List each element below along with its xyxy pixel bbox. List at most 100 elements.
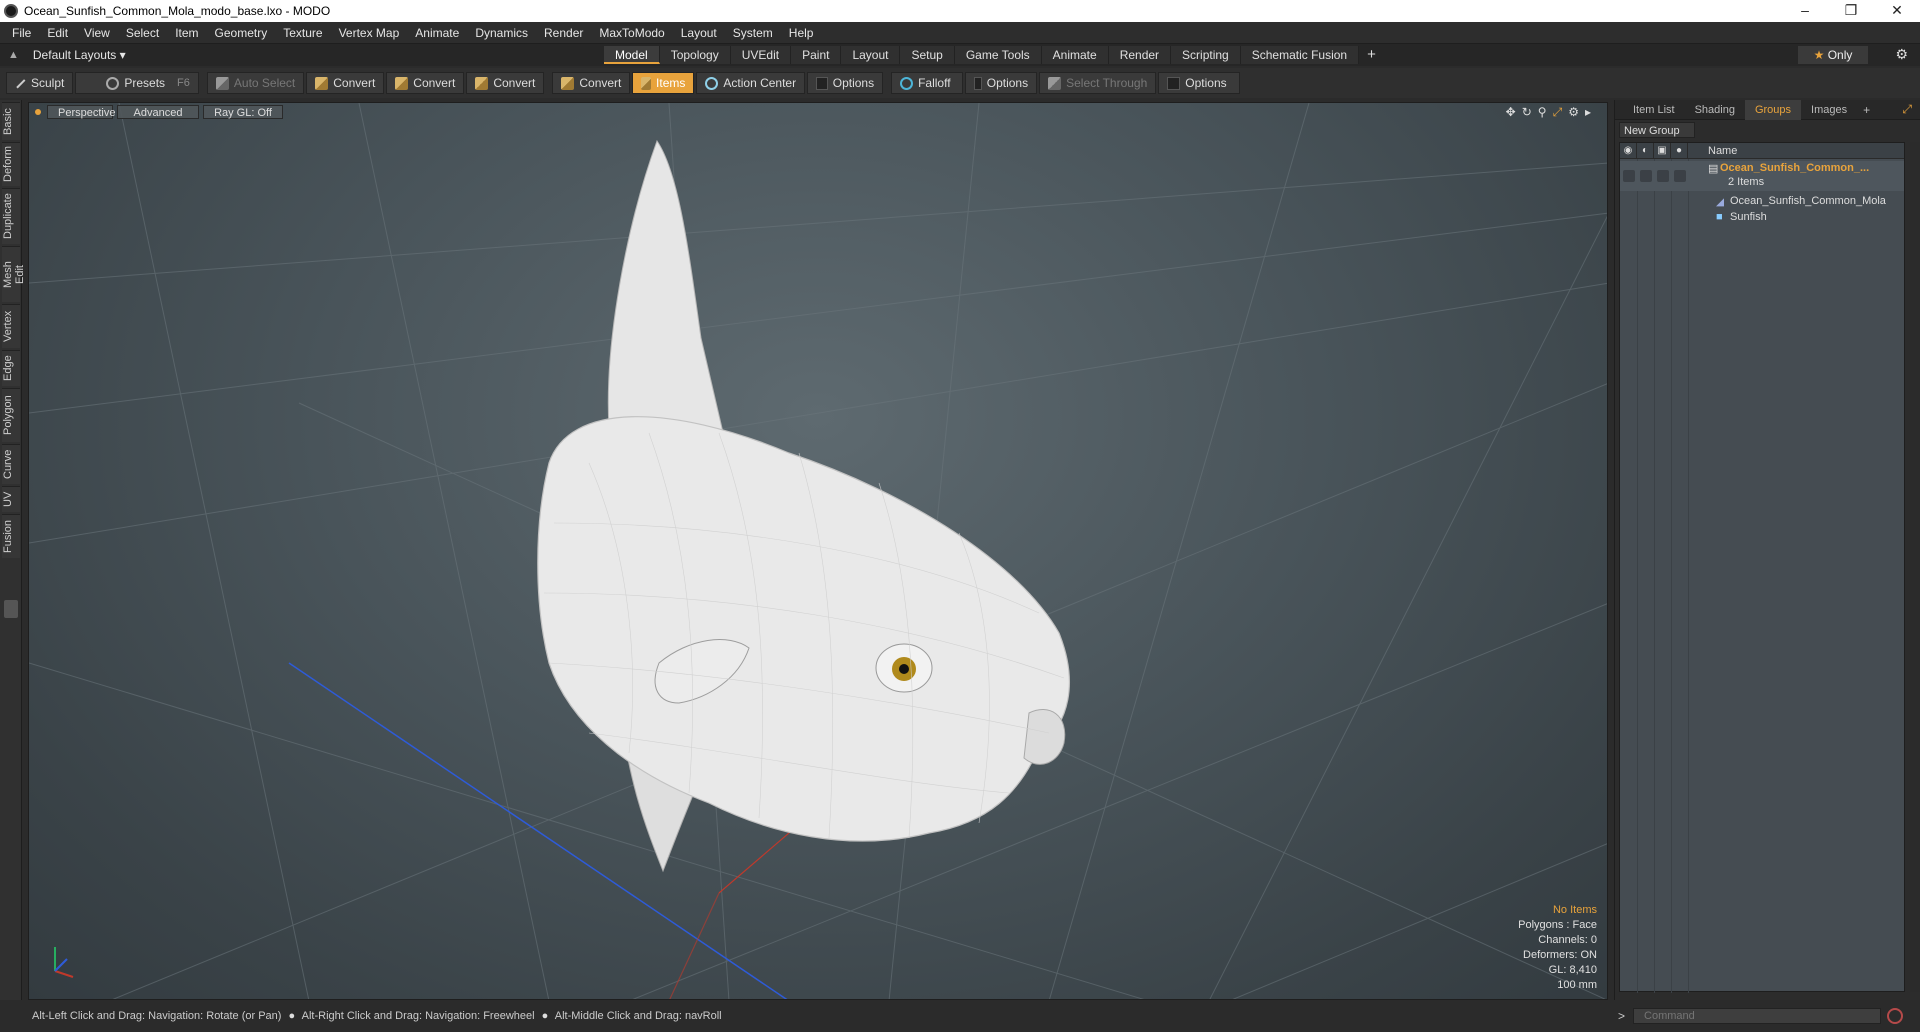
action-center-button[interactable]: Action Center xyxy=(696,72,806,94)
viewport-settings-icon[interactable]: ⚙ xyxy=(1568,105,1579,120)
default-layouts-dropdown[interactable]: Default Layouts ▾ xyxy=(33,48,126,62)
group-name[interactable]: Ocean_Sunfish_Common_... xyxy=(1720,162,1900,174)
vtab-curve[interactable]: Curve xyxy=(2,444,20,484)
group-visibility-toggle[interactable] xyxy=(1623,170,1635,182)
tab-groups[interactable]: Groups xyxy=(1744,99,1802,120)
menu-item[interactable]: Item xyxy=(167,22,206,44)
vtab-vertex[interactable]: Vertex xyxy=(2,304,20,348)
convert-vertices-button[interactable]: Convert xyxy=(306,72,385,94)
menu-texture[interactable]: Texture xyxy=(275,22,330,44)
select-options-button[interactable]: Options xyxy=(1158,72,1241,94)
only-toggle[interactable]: ★ Only xyxy=(1798,46,1868,64)
vtab-duplicate[interactable]: Duplicate xyxy=(2,188,20,244)
polygon-cube-icon xyxy=(475,76,489,90)
toolbox-toggle-button[interactable] xyxy=(4,600,18,618)
menu-geometry[interactable]: Geometry xyxy=(207,22,276,44)
viewport-menu-icon[interactable] xyxy=(35,109,41,115)
group-child-row[interactable]: ■ Sunfish xyxy=(1620,211,1904,227)
group-lock-toggle[interactable] xyxy=(1657,170,1669,182)
vtab-mesh-edit[interactable]: Mesh Edit xyxy=(2,246,26,302)
tab-images[interactable]: Images xyxy=(1801,100,1857,120)
items-button[interactable]: Items xyxy=(632,72,695,94)
falloff-options-button[interactable]: Options xyxy=(965,72,1038,94)
scale-info: 100 mm xyxy=(1557,979,1597,991)
vtab-fusion[interactable]: Fusion xyxy=(2,514,20,558)
falloff-icon xyxy=(900,76,914,90)
maximize-button[interactable]: ❐ xyxy=(1828,0,1874,22)
vtab-uv[interactable]: UV xyxy=(2,486,20,512)
vtab-basic[interactable]: Basic xyxy=(2,102,20,140)
stop-icon[interactable] xyxy=(1887,1008,1904,1024)
gear-icon[interactable]: ⚙ xyxy=(1895,46,1908,63)
menu-select[interactable]: Select xyxy=(118,22,167,44)
falloff-button[interactable]: Falloff xyxy=(891,72,964,94)
menu-view[interactable]: View xyxy=(76,22,118,44)
action-center-options-button[interactable]: Options xyxy=(807,72,884,94)
convert-materials-button[interactable]: Convert xyxy=(552,72,631,94)
collapse-up-icon[interactable]: ▲ xyxy=(8,49,19,61)
expand-arrow-icon[interactable]: ▸ xyxy=(1585,105,1591,120)
fit-view-icon[interactable]: ⤢ xyxy=(1553,105,1563,120)
menu-help[interactable]: Help xyxy=(781,22,822,44)
close-button[interactable]: ✕ xyxy=(1874,0,1920,22)
convert-edges-button[interactable]: Convert xyxy=(386,72,465,94)
vtab-polygon[interactable]: Polygon xyxy=(2,388,20,442)
visibility-column-icon[interactable]: ◉ xyxy=(1620,142,1637,159)
rotate-view-icon[interactable]: ↻ xyxy=(1522,105,1532,120)
tab-setup[interactable]: Setup xyxy=(900,46,955,64)
menu-system[interactable]: System xyxy=(725,22,781,44)
sculpt-button[interactable]: Sculpt xyxy=(6,72,74,94)
move-view-icon[interactable]: ✥ xyxy=(1506,105,1516,120)
render-column-icon[interactable]: ◐ xyxy=(1637,142,1654,159)
menu-dynamics[interactable]: Dynamics xyxy=(467,22,536,44)
new-group-button[interactable]: New Group xyxy=(1619,122,1695,138)
tab-render[interactable]: Render xyxy=(1108,46,1172,64)
vtab-edge[interactable]: Edge xyxy=(2,350,20,386)
tab-game-tools[interactable]: Game Tools xyxy=(954,46,1042,64)
presets-button[interactable]: Presets F6 xyxy=(75,72,199,94)
menu-animate[interactable]: Animate xyxy=(407,22,467,44)
tab-uvedit[interactable]: UVEdit xyxy=(730,46,792,64)
tab-paint[interactable]: Paint xyxy=(791,46,842,64)
polygons-info: Polygons : Face xyxy=(1518,919,1597,931)
convert-polygons-button[interactable]: Convert xyxy=(466,72,545,94)
group-row[interactable]: ▤ Ocean_Sunfish_Common_... 2 Items xyxy=(1620,161,1904,191)
select-through-button[interactable]: Select Through xyxy=(1039,72,1157,94)
menu-file[interactable]: File xyxy=(4,22,39,44)
menu-layout[interactable]: Layout xyxy=(673,22,725,44)
menu-edit[interactable]: Edit xyxy=(39,22,76,44)
menu-maxtomodo[interactable]: MaxToModo xyxy=(591,22,672,44)
menu-render[interactable]: Render xyxy=(536,22,591,44)
tab-schematic-fusion[interactable]: Schematic Fusion xyxy=(1240,46,1360,64)
auto-select-button[interactable]: Auto Select xyxy=(206,72,305,94)
minimize-button[interactable]: – xyxy=(1782,0,1828,22)
tab-scripting[interactable]: Scripting xyxy=(1171,46,1241,64)
command-input[interactable] xyxy=(1633,1008,1882,1024)
tab-item-list[interactable]: Item List xyxy=(1615,100,1685,120)
tab-animate[interactable]: Animate xyxy=(1041,46,1109,64)
tab-shading[interactable]: Shading xyxy=(1685,100,1745,120)
menu-vertex-map[interactable]: Vertex Map xyxy=(331,22,408,44)
select-column-icon[interactable]: ● xyxy=(1671,142,1688,159)
group-child-row[interactable]: ◢ Ocean_Sunfish_Common_Mola xyxy=(1620,195,1904,211)
tab-topology[interactable]: Topology xyxy=(659,46,731,64)
tab-model[interactable]: Model xyxy=(604,46,660,64)
shading-dropdown[interactable]: Advanced xyxy=(117,105,199,119)
group-select-toggle[interactable] xyxy=(1674,170,1686,182)
lock-column-icon[interactable]: ▣ xyxy=(1654,142,1671,159)
raygl-toggle[interactable]: Ray GL: Off xyxy=(203,105,283,119)
vtab-deform[interactable]: Deform xyxy=(2,142,20,186)
zoom-icon[interactable]: ⚲ xyxy=(1538,105,1547,120)
add-tab-icon[interactable]: + xyxy=(1359,46,1384,64)
panel-scrollbar[interactable] xyxy=(1910,142,1920,992)
add-panel-tab-icon[interactable]: + xyxy=(1857,103,1876,117)
sunfish-mesh[interactable] xyxy=(537,139,1070,873)
3d-viewport[interactable]: Perspective Advanced Ray GL: Off ✥ ↻ ⚲ ⤢… xyxy=(28,102,1608,1000)
name-column-header[interactable]: Name xyxy=(1688,145,1737,157)
expand-panel-icon[interactable]: ⤢ xyxy=(1902,102,1920,117)
view-mode-dropdown[interactable]: Perspective xyxy=(47,105,115,119)
eye-pupil xyxy=(899,664,909,674)
tab-layout[interactable]: Layout xyxy=(841,46,901,64)
group-render-toggle[interactable] xyxy=(1640,170,1652,182)
tool-bar: Sculpt Presets F6 Auto Select Convert Co… xyxy=(0,68,1920,98)
